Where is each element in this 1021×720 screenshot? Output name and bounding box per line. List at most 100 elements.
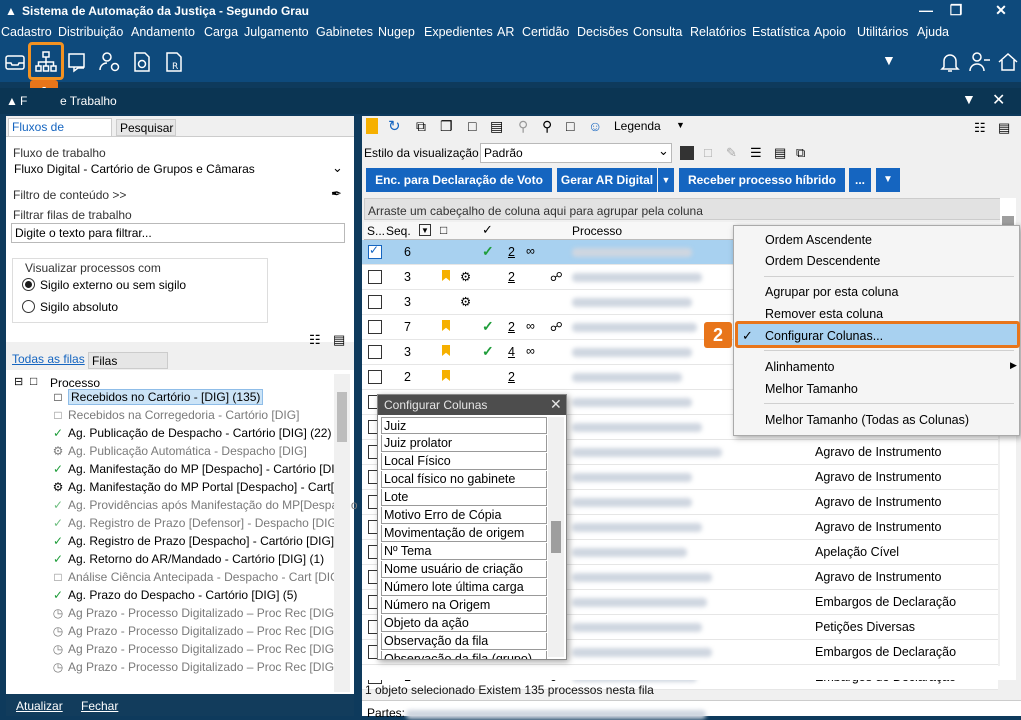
row-count-link[interactable]: 4	[508, 345, 515, 359]
menu-item-ordem-descendente[interactable]: Ordem Descendente	[765, 254, 880, 268]
menu-item-melhor-tamanho[interactable]: Melhor Tamanho	[765, 382, 858, 396]
tab-pesquisar[interactable]: Pesquisar	[116, 119, 176, 136]
menu-item-ordem-ascendente[interactable]: Ordem Ascendente	[765, 233, 872, 247]
row-checkbox[interactable]: ✓	[368, 243, 382, 259]
menu-nugep[interactable]: Nugep	[378, 25, 415, 39]
window-icon[interactable]: ❐	[440, 118, 453, 135]
menu-andamento[interactable]: Andamento	[131, 25, 195, 39]
menu-distribuicao[interactable]: Distribuição	[58, 25, 123, 39]
row-count-link[interactable]: 2	[508, 245, 515, 259]
menu-carga[interactable]: Carga	[204, 25, 238, 39]
document-clock-icon[interactable]	[130, 50, 154, 74]
close-window-button[interactable]: ✕	[981, 0, 1021, 22]
menu-expedientes[interactable]: Expedientes	[424, 25, 493, 39]
edit-icon[interactable]: ✎	[726, 145, 737, 161]
col-processo[interactable]: Processo	[572, 224, 622, 238]
menu-estatistica[interactable]: Estatística	[752, 25, 810, 39]
grid-menu-icon[interactable]: ▼	[876, 168, 900, 192]
column-option[interactable]: Número na Origem	[381, 597, 547, 614]
tree-item[interactable]: □ Análise Ciência Antecipada - Despacho -…	[50, 568, 342, 586]
configure-columns-close-icon[interactable]: ✕	[550, 396, 562, 413]
book-icon[interactable]: ☰	[750, 145, 762, 161]
document-icon[interactable]: ▤	[774, 145, 786, 161]
column-option[interactable]: Nome usuário de criação	[381, 561, 547, 578]
document-share-icon[interactable]: ☍	[550, 319, 563, 334]
row-checkbox[interactable]	[368, 295, 382, 309]
tree-item[interactable]: ✓ Ag. Prazo do Despacho - Cartório [DIG] …	[50, 586, 297, 604]
menu-item-agrupar[interactable]: Agrupar por esta coluna	[765, 285, 898, 299]
bookmark-icon[interactable]	[366, 118, 378, 134]
tree-scroll-thumb[interactable]	[337, 392, 347, 442]
save-icon[interactable]	[680, 146, 694, 160]
enc-declaracao-voto-button[interactable]: Enc. para Declaração de Voto	[366, 168, 552, 192]
row-checkbox[interactable]	[368, 320, 382, 334]
row-checkbox[interactable]	[368, 270, 382, 284]
layout-icon[interactable]: ⧉	[796, 145, 805, 161]
column-option[interactable]: Local físico no gabinete	[381, 471, 547, 488]
tab-filas-favoritas[interactable]: Filas favoritas	[88, 352, 168, 382]
queue-filter-input[interactable]: Digite o texto para filtrar...	[11, 223, 345, 243]
inbox-icon[interactable]	[3, 50, 27, 74]
menu-ar[interactable]: AR	[497, 25, 514, 39]
legend-button[interactable]: Legenda	[614, 119, 661, 133]
bell-icon[interactable]	[938, 50, 962, 74]
col-check-icon[interactable]: ✓	[482, 222, 493, 238]
chevron-down-icon[interactable]: ⌄	[332, 160, 343, 176]
more-options-button[interactable]: ...	[849, 168, 871, 192]
menu-relatorios[interactable]: Relatórios	[690, 25, 746, 39]
tab-fluxos-de-trabalho[interactable]: Fluxos de trabalho	[8, 118, 112, 148]
column-option[interactable]: Observação da fila (grupo)	[381, 651, 547, 659]
tree-item[interactable]: □ Recebidos na Corregedoria - Cartório [D…	[50, 406, 299, 424]
configure-columns-scrollbar[interactable]	[548, 417, 564, 657]
comment-icon[interactable]: □	[566, 118, 574, 134]
tree-collapse-toggle-icon[interactable]: ⊟	[14, 375, 23, 388]
col-status[interactable]: S...	[367, 224, 385, 238]
refresh-icon[interactable]: ↻	[388, 117, 401, 135]
seq-filter-icon[interactable]: ▼	[419, 224, 431, 236]
view-style-select[interactable]: Padrão	[480, 143, 672, 163]
dropdown-arrow-icon[interactable]: ▼	[882, 52, 906, 76]
menu-cadastro[interactable]: Cadastro	[1, 25, 52, 39]
user-settings-icon[interactable]	[98, 50, 122, 74]
tree-collapse-icon[interactable]: ▤	[333, 332, 345, 348]
maximize-button[interactable]: ❐	[936, 0, 976, 22]
menu-utilitarios[interactable]: Utilitários	[857, 25, 908, 39]
column-option[interactable]: Observação da fila	[381, 633, 547, 650]
col-seq[interactable]: Seq.	[386, 224, 411, 238]
user-remove-icon[interactable]	[968, 50, 992, 74]
column-option[interactable]: Objeto da ação	[381, 615, 547, 632]
home-icon[interactable]	[996, 50, 1020, 74]
column-option[interactable]: Movimentação de origem	[381, 525, 547, 542]
tree-item[interactable]: ✓ Ag. Publicação de Despacho - Cartório […	[50, 424, 332, 442]
menu-apoio[interactable]: Apoio	[814, 25, 846, 39]
column-option[interactable]: Número lote última carga	[381, 579, 547, 596]
menu-decisoes[interactable]: Decisões	[577, 25, 628, 39]
tree-item[interactable]: ✓ Ag. Manifestação do MP [Despacho] - Car…	[50, 460, 347, 478]
column-option[interactable]: Nº Tema	[381, 543, 547, 560]
column-option[interactable]: Local Físico	[381, 453, 547, 470]
radio-sigilo-absoluto[interactable]	[22, 300, 35, 313]
panel-collapse-icon[interactable]: ▼	[962, 91, 976, 107]
column-option[interactable]: Lote	[381, 489, 547, 506]
link-icon[interactable]: ∞	[526, 319, 535, 333]
tree-item[interactable]: ✓ Ag. Providências após Manifestação do M…	[50, 496, 358, 514]
brush-icon[interactable]: ✒	[331, 186, 342, 202]
tree-item[interactable]: ◷ Ag Prazo - Processo Digitalizado – Proc…	[50, 658, 338, 676]
grid-hscrollbar[interactable]	[364, 666, 1000, 680]
gerar-ar-digital-button[interactable]: Gerar AR Digital	[557, 168, 657, 192]
content-filter-link[interactable]: Filtro de conteúdo >>	[13, 188, 126, 202]
menu-consulta[interactable]: Consulta	[633, 25, 682, 39]
tree-item[interactable]: ✓ Ag. Registro de Prazo [Despacho] - Cart…	[50, 532, 348, 550]
tree-item[interactable]: ⚙ Ag. Publicação Automática - Despacho [D…	[50, 442, 307, 460]
close-panel-button[interactable]: Fechar	[81, 699, 118, 713]
document-transfer-icon[interactable]	[66, 50, 90, 74]
column-option[interactable]: Motivo Erro de Cópia	[381, 507, 547, 524]
collapse-all-icon[interactable]: ▤	[998, 120, 1010, 136]
configure-columns-scroll-thumb[interactable]	[551, 521, 561, 553]
menu-item-melhor-tamanho-todas[interactable]: Melhor Tamanho (Todas as Colunas)	[765, 413, 969, 427]
tree-item[interactable]: ◷ Ag Prazo - Processo Digitalizado – Proc…	[50, 640, 338, 658]
tree-item[interactable]: □ Recebidos no Cartório - [DIG] (135)	[50, 388, 264, 406]
row-count-link[interactable]: 2	[508, 370, 515, 384]
link-icon[interactable]: ∞	[526, 344, 535, 358]
flow-select[interactable]: Fluxo Digital - Cartório de Grupos e Câm…	[11, 160, 349, 179]
